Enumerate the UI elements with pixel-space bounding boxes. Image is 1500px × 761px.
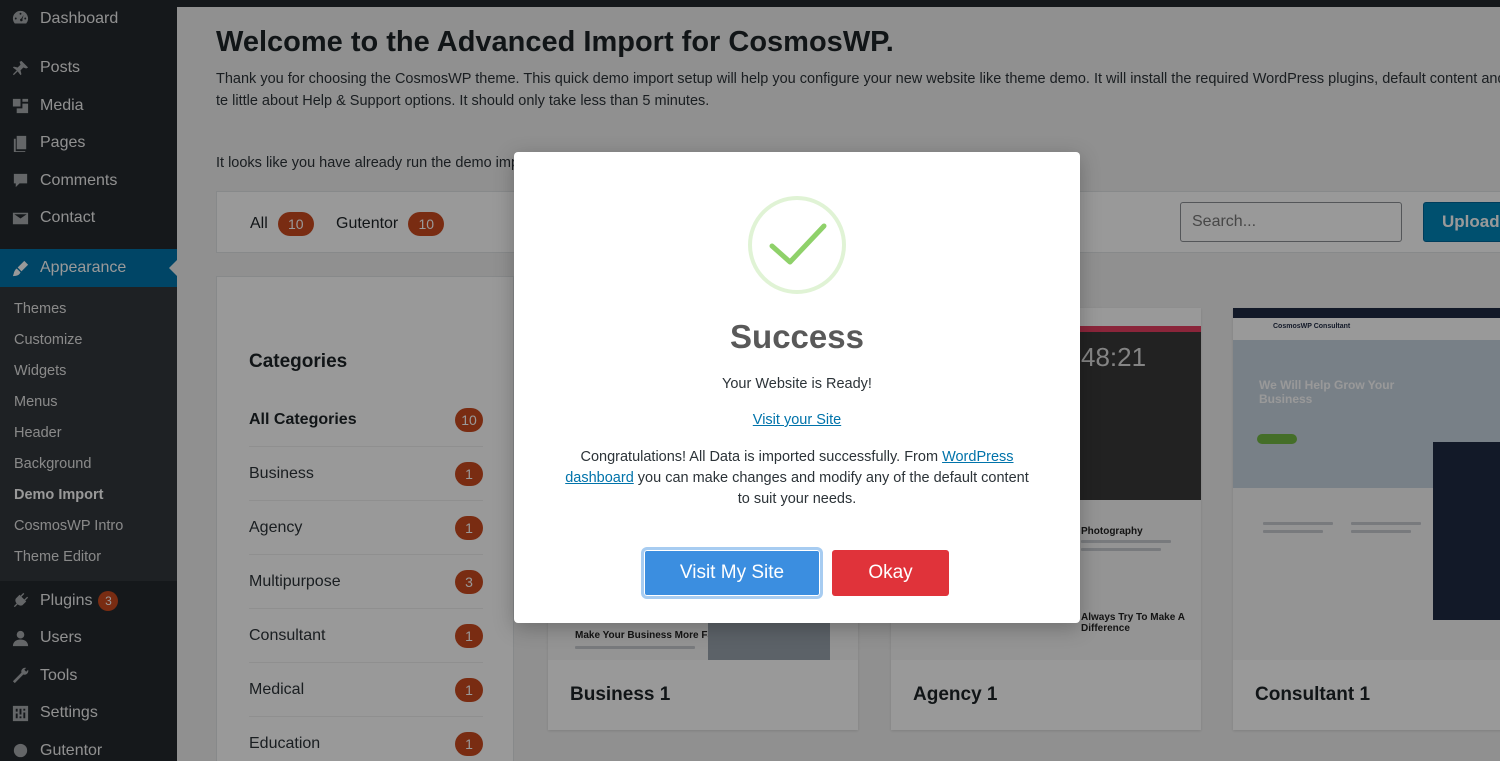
message-text: Congratulations! All Data is imported su…: [580, 449, 943, 465]
visit-site-link-wrap: Visit your Site: [514, 412, 1080, 428]
dialog-subtitle: Your Website is Ready!: [722, 376, 872, 392]
success-dialog: Success Your Website is Ready! Visit you…: [514, 152, 1080, 623]
message-text: you can make changes and modify any of t…: [633, 470, 1029, 507]
dialog-title: Success: [730, 318, 864, 355]
dialog-message: Congratulations! All Data is imported su…: [562, 447, 1032, 510]
okay-button[interactable]: Okay: [832, 550, 949, 596]
visit-site-link[interactable]: Visit your Site: [753, 412, 841, 428]
visit-my-site-button[interactable]: Visit My Site: [644, 550, 820, 596]
checkmark-icon: [748, 196, 846, 294]
